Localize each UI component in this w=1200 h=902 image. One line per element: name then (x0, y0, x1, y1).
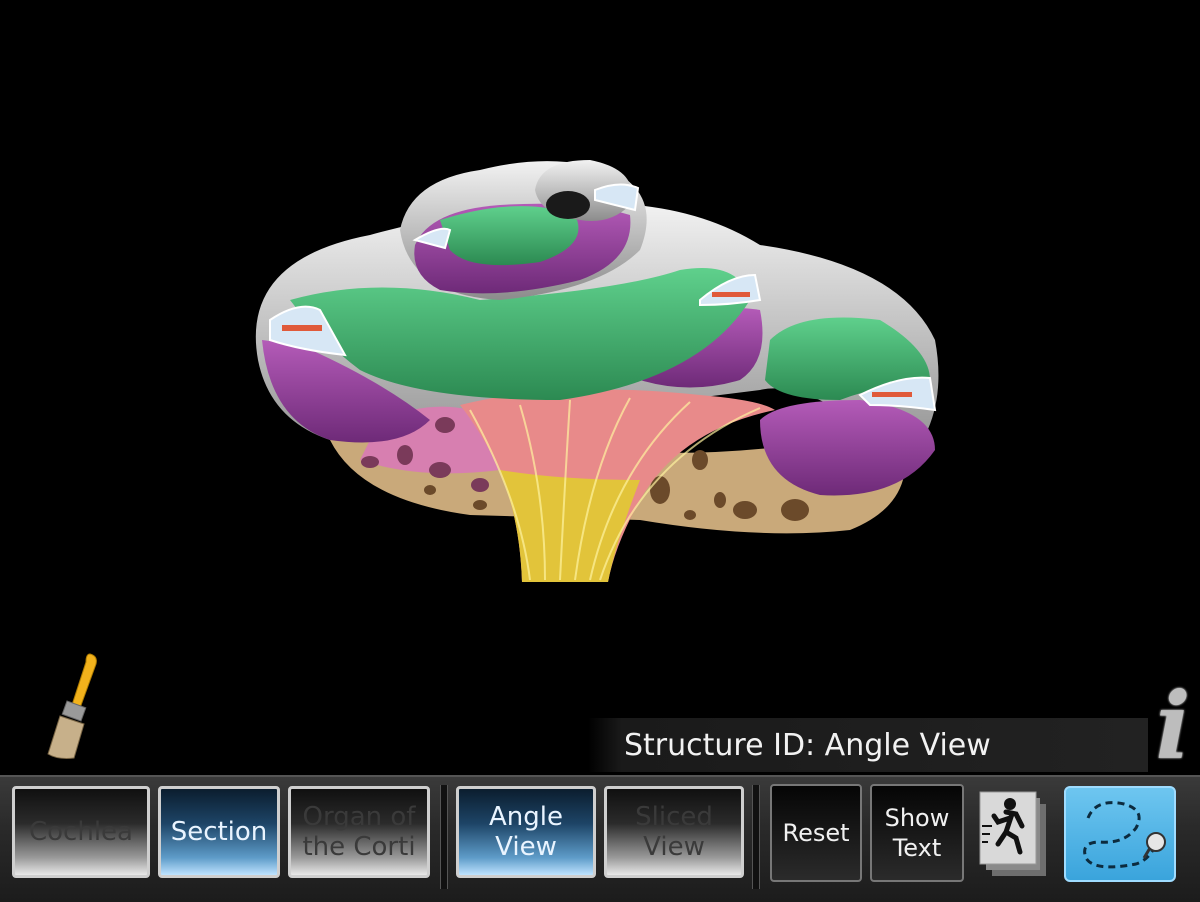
paint-brush-icon[interactable] (38, 650, 108, 762)
reset-button[interactable]: Reset (770, 784, 862, 882)
organ-of-corti-button[interactable]: Organ of the Corti (288, 786, 430, 878)
toolbar-divider (752, 785, 760, 889)
sliced-view-button[interactable]: Sliced View (604, 786, 744, 878)
toolbar-divider (440, 785, 448, 889)
show-text-button[interactable]: Show Text (870, 784, 964, 882)
info-icon[interactable]: i (1146, 680, 1200, 772)
structure-id-label: Structure ID: Angle View (624, 728, 991, 763)
angle-view-button[interactable]: Angle View (456, 786, 596, 878)
cochlea-button[interactable]: Cochlea (12, 786, 150, 878)
dashed-path-icon[interactable] (1064, 786, 1176, 882)
cochlea-3d-viewport[interactable] (0, 0, 1200, 775)
cochlea-model[interactable] (0, 0, 1200, 775)
section-button[interactable]: Section (158, 786, 280, 878)
running-figure-icon[interactable] (976, 786, 1056, 882)
